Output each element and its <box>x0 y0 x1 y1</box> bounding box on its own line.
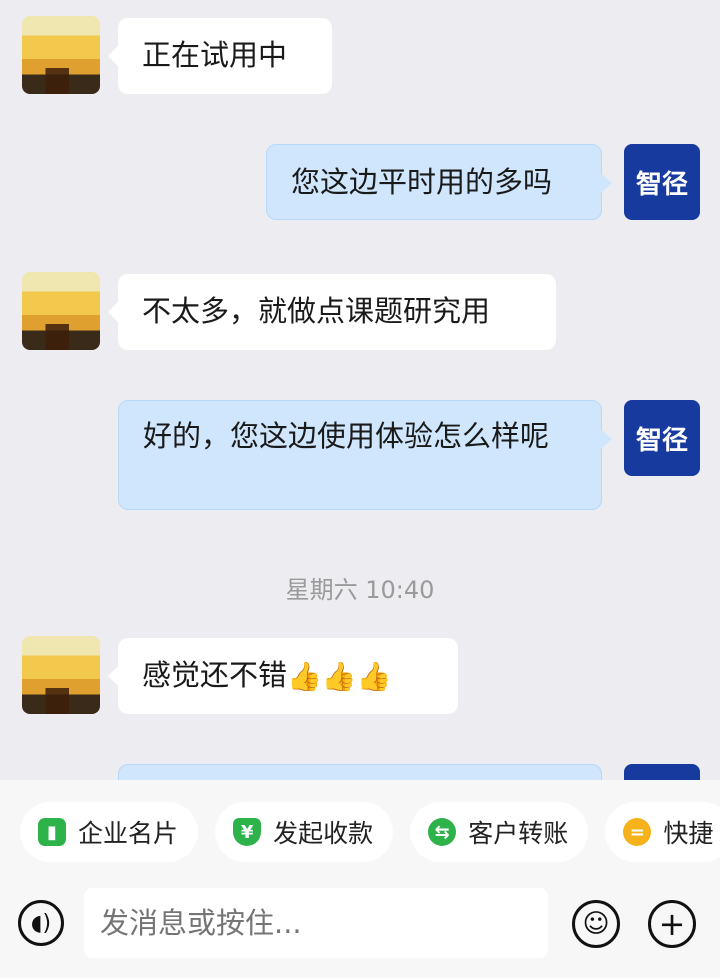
smiley-icon: ☺ <box>582 909 610 939</box>
payment-shield-icon: ¥ <box>233 818 262 846</box>
message-bubble-incoming[interactable]: 正在试用中 <box>108 18 332 94</box>
business-card-icon: ▮ <box>38 818 66 846</box>
contact-avatar[interactable] <box>22 636 100 714</box>
contact-avatar[interactable] <box>22 272 100 350</box>
plus-icon: + <box>658 905 686 943</box>
message-bubble-incoming[interactable]: 不太多，就做点课题研究用 <box>108 274 556 350</box>
message-bubble-outgoing[interactable]: 好的，您这边使用体验怎么样呢 <box>118 400 612 510</box>
voice-input-button[interactable]: ◖) <box>18 900 64 946</box>
chip-label: 企业名片 <box>78 819 179 848</box>
bottom-toolbar: ▮ 企业名片 ¥ 发起收款 ⇆ 客户转账 = 快捷 ◖) ☺ + <box>0 780 720 978</box>
emoji-button[interactable]: ☺ <box>572 900 620 948</box>
message-bubble-incoming[interactable]: 感觉还不错👍👍👍 <box>108 638 458 714</box>
transfer-icon: ⇆ <box>428 818 457 846</box>
customer-transfer-button[interactable]: ⇆ 客户转账 <box>410 802 589 862</box>
message-text: 正在试用中 <box>142 38 288 72</box>
message-text: 好的，您这边使用体验怎么样呢 <box>143 419 550 453</box>
avatar-text: 智径 <box>635 425 688 456</box>
chat-message-list[interactable]: 正在试用中 您这边平时用的多吗 智径 不太多，就做点课题研究用 好的，您这边使用… <box>0 0 720 780</box>
my-avatar[interactable]: 智径 <box>624 400 700 476</box>
my-avatar[interactable]: 智径 <box>624 144 700 220</box>
message-input[interactable] <box>84 888 548 958</box>
message-bubble-outgoing[interactable] <box>118 764 602 780</box>
chip-label: 客户转账 <box>468 819 569 848</box>
time-divider: 星期六 10:40 <box>285 576 435 604</box>
quick-reply-icon: = <box>623 818 652 846</box>
message-text: 感觉还不错 <box>142 658 288 692</box>
message-text: 不太多，就做点课题研究用 <box>142 294 491 328</box>
request-payment-button[interactable]: ¥ 发起收款 <box>215 802 394 862</box>
message-bubble-outgoing[interactable]: 您这边平时用的多吗 <box>266 144 612 220</box>
quick-action-bar: ▮ 企业名片 ¥ 发起收款 ⇆ 客户转账 = 快捷 <box>20 802 720 864</box>
message-text: 您这边平时用的多吗 <box>291 165 553 199</box>
message-input-bar: ◖) ☺ + <box>0 884 720 968</box>
quick-reply-button[interactable]: = 快捷 <box>605 802 720 862</box>
chip-label: 发起收款 <box>273 819 374 848</box>
my-avatar[interactable]: 智径 <box>624 764 700 780</box>
thumbs-up-icon: 👍👍👍 <box>287 660 392 693</box>
voice-icon: ◖) <box>30 910 52 936</box>
contact-avatar[interactable] <box>22 16 100 94</box>
business-card-button[interactable]: ▮ 企业名片 <box>20 802 199 862</box>
chip-label: 快捷 <box>663 819 714 848</box>
avatar-text: 智径 <box>635 169 688 200</box>
more-options-button[interactable]: + <box>648 900 696 948</box>
